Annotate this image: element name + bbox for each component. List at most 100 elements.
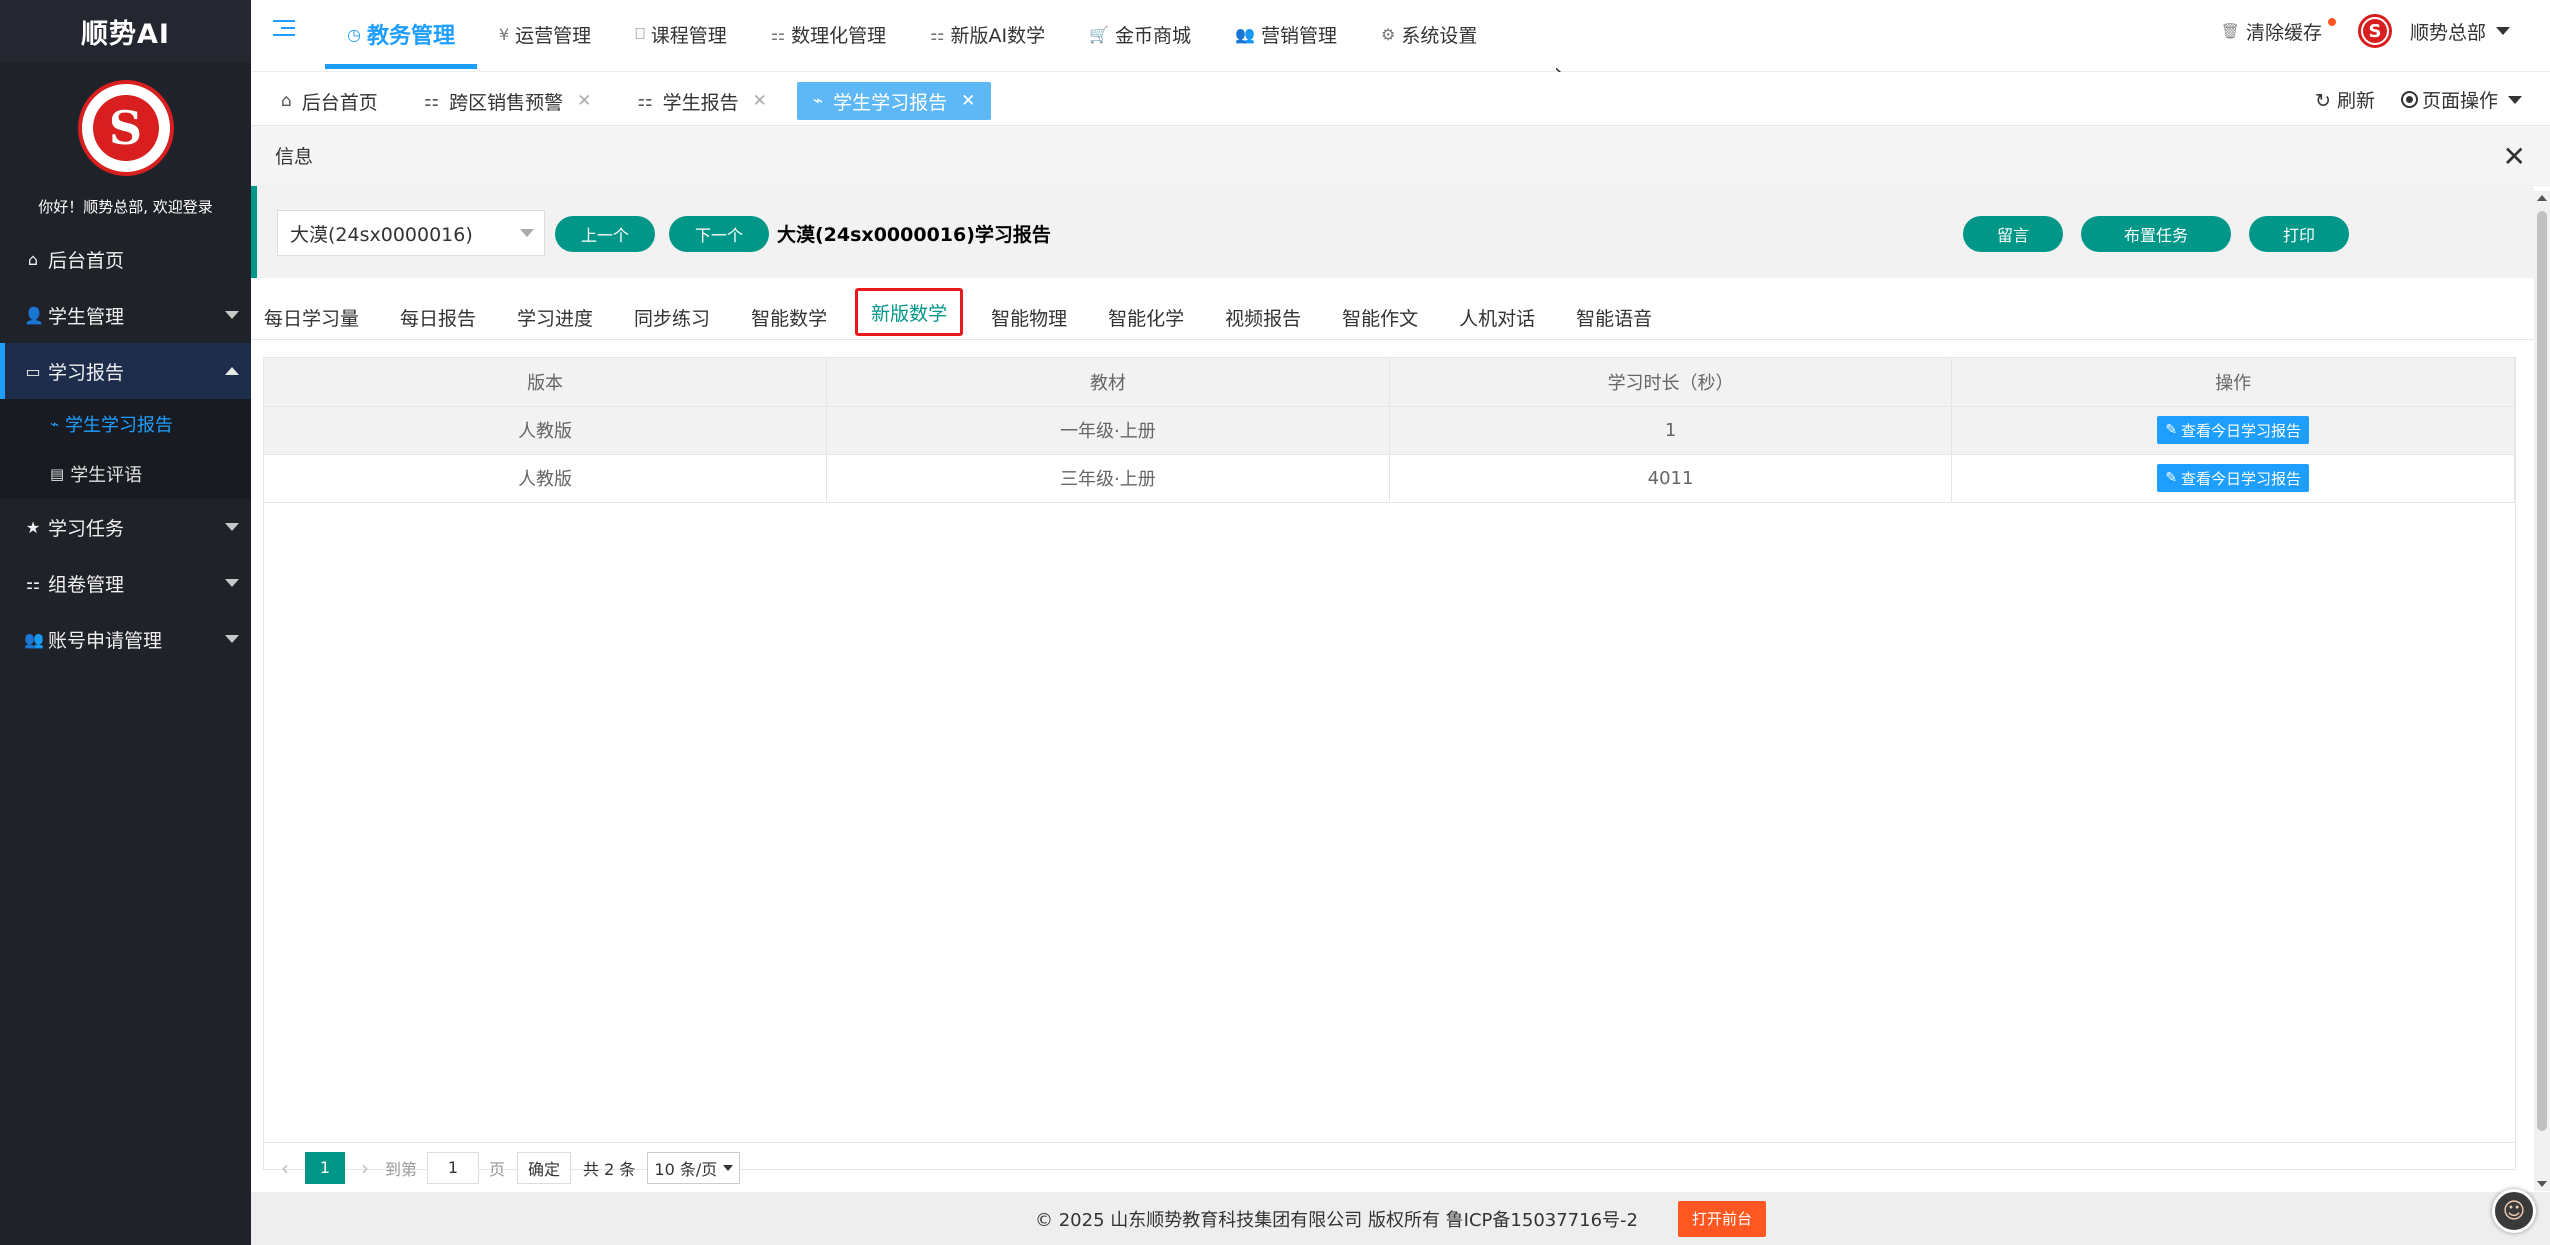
subtab-dialogue[interactable]: 人机对话 <box>1446 294 1548 340</box>
subtab-sync-practice[interactable]: 同步练习 <box>621 294 723 340</box>
prev-button[interactable]: 上一个 <box>555 216 655 252</box>
print-button[interactable]: 打印 <box>2249 216 2349 252</box>
sidebar-item-paper-manage[interactable]: ⚏ 组卷管理 <box>0 555 251 611</box>
nav-item-label: 营销管理 <box>1260 24 1337 47</box>
avatar: S <box>2357 14 2392 48</box>
chevron-down-icon <box>225 635 239 643</box>
confirm-page-button[interactable]: 确定 <box>517 1151 572 1184</box>
sidebar-subitem-student-study-report[interactable]: ⌁ 学生学习报告 <box>0 399 251 449</box>
scrollbar-thumb[interactable] <box>2537 211 2547 1131</box>
sidebar-subitem-label: 学生学习报告 <box>65 415 174 436</box>
caret-down-icon <box>2508 95 2522 104</box>
nav-item-operations[interactable]: ¥ 运营管理 <box>477 0 613 68</box>
tab-student-study-report[interactable]: ⌁ 学生学习报告 ✕ <box>796 82 992 120</box>
chevron-down-icon <box>225 311 239 319</box>
refresh-label: 刷新 <box>2336 90 2375 112</box>
next-button[interactable]: 下一个 <box>669 216 769 252</box>
nav-item-label: 运营管理 <box>515 24 592 47</box>
subtab-daily-report[interactable]: 每日报告 <box>387 294 489 340</box>
cell-textbook: 一年级·上册 <box>826 406 1390 455</box>
report-icon: ▭ <box>25 361 41 381</box>
assistant-avatar-icon[interactable]: ☺ <box>2492 1189 2536 1233</box>
scroll-down-icon[interactable] <box>2537 1181 2547 1187</box>
message-button[interactable]: 留言 <box>1963 216 2063 252</box>
student-select-value: 大漠(24sx0000016) <box>290 223 473 246</box>
sidebar-item-home[interactable]: ⌂ 后台首页 <box>0 231 251 287</box>
student-select[interactable]: 大漠(24sx0000016) <box>277 210 545 256</box>
close-icon[interactable]: ✕ <box>753 91 767 111</box>
current-page[interactable]: 1 <box>305 1151 345 1184</box>
chevron-down-icon <box>225 523 239 531</box>
cell-duration: 1 <box>1389 406 1953 455</box>
info-panel: 信息 ✕ 大漠(24sx0000016) 上一个 下一个 大漠(24sx0000… <box>251 126 2550 1192</box>
clear-cache-button[interactable]: 🗑 清除缓存 <box>2221 17 2336 45</box>
page-unit: 页 <box>489 1159 506 1179</box>
close-icon[interactable]: ✕ <box>2503 140 2526 173</box>
subtab-progress[interactable]: 学习进度 <box>504 294 606 340</box>
sidebar-subitem-student-comments[interactable]: ▤ 学生评语 <box>0 449 251 499</box>
subtab-smart-essay[interactable]: 智能作文 <box>1329 294 1431 340</box>
star-icon: ★ <box>25 517 41 537</box>
sidebar-item-study-report[interactable]: ▭ 学习报告 <box>0 343 251 399</box>
tab-home[interactable]: ⌂ 后台首页 <box>265 82 394 120</box>
nav-item-courses[interactable]: ⎕ 课程管理 <box>613 0 749 68</box>
grid-icon: ⚏ <box>25 573 41 593</box>
nav-item-coin-mall[interactable]: 🛒 金币商城 <box>1067 0 1213 68</box>
close-icon[interactable]: ✕ <box>961 91 975 111</box>
sidebar-item-label: 学习报告 <box>48 361 125 384</box>
tab-student-report[interactable]: ⚏ 学生报告 ✕ <box>621 82 783 120</box>
subtab-smart-physics[interactable]: 智能物理 <box>978 294 1080 340</box>
page-size-value: 10 条/页 <box>654 1159 718 1179</box>
grid-icon: ⚏ <box>423 91 440 111</box>
logo-letter: S <box>92 95 159 161</box>
sidebar-item-label: 账号申请管理 <box>48 629 163 652</box>
subtab-smart-chemistry[interactable]: 智能化学 <box>1095 294 1197 340</box>
tab-sales-warning[interactable]: ⚏ 跨区销售预警 ✕ <box>408 82 608 120</box>
nav-item-label: 新版AI数学 <box>950 24 1046 47</box>
nav-item-marketing[interactable]: 👥 营销管理 <box>1213 0 1359 68</box>
home-icon: ⌂ <box>281 91 292 111</box>
scroll-up-icon[interactable] <box>2537 195 2547 201</box>
view-report-button[interactable]: ✎ 查看今日学习报告 <box>2157 416 2310 444</box>
subtab-new-math[interactable]: 新版数学 <box>855 288 964 336</box>
open-front-button[interactable]: 打开前台 <box>1677 1200 1766 1237</box>
prev-page-icon[interactable]: ‹ <box>281 1156 289 1180</box>
page-ops-button[interactable]: 页面操作 <box>2400 86 2522 113</box>
subtab-daily-amount[interactable]: 每日学习量 <box>251 294 372 340</box>
subtab-smart-voice[interactable]: 智能语音 <box>1563 294 1665 340</box>
nav-item-academic[interactable]: ◷ 教务管理 <box>325 0 477 69</box>
user-name: 顺势总部 <box>2409 21 2486 44</box>
view-report-button[interactable]: ✎ 查看今日学习报告 <box>2157 464 2310 492</box>
pulse-icon: ⌁ <box>50 415 60 433</box>
menu-toggle-icon[interactable] <box>273 20 295 38</box>
subtab-video-report[interactable]: 视频报告 <box>1212 294 1314 340</box>
refresh-button[interactable]: ↻ 刷新 <box>2315 86 2375 113</box>
panel-scrollbar[interactable] <box>2534 191 2550 1191</box>
chevron-down-icon <box>723 1164 734 1171</box>
page-size-select[interactable]: 10 条/页 <box>647 1151 741 1184</box>
cell-duration: 4011 <box>1389 454 1953 503</box>
sidebar-item-account-apply[interactable]: 👥 账号申请管理 <box>0 611 251 667</box>
refresh-icon: ↻ <box>2315 90 2331 112</box>
assign-task-button[interactable]: 布置任务 <box>2081 216 2231 252</box>
edit-icon: ✎ <box>2165 422 2178 438</box>
next-page-icon[interactable]: › <box>361 1156 369 1180</box>
copyright-text: © 2025 山东顺势教育科技集团有限公司 版权所有 鲁ICP备15037716… <box>1034 1209 1638 1231</box>
grid-icon: ⚏ <box>770 24 786 44</box>
close-icon[interactable]: ✕ <box>577 91 591 111</box>
goto-page-input[interactable]: 1 <box>427 1151 480 1184</box>
nav-item-label: 教务管理 <box>366 24 455 49</box>
header-right: 🗑 清除缓存 S 顺势总部 <box>2221 0 2510 62</box>
sidebar-item-label: 学生管理 <box>48 305 125 328</box>
nav-item-ai-math[interactable]: ⚏ 新版AI数学 <box>908 0 1067 68</box>
pagination: ‹ 1 › 到第 1 页 确定 共 2 条 10 条/页 <box>263 1142 2516 1192</box>
report-title: 大漠(24sx0000016)学习报告 <box>777 224 1051 246</box>
col-duration: 学习时长（秒） <box>1389 358 1953 407</box>
nav-item-science[interactable]: ⚏ 数理化管理 <box>749 0 908 68</box>
user-menu[interactable]: S 顺势总部 <box>2357 14 2510 48</box>
sidebar-item-study-task[interactable]: ★ 学习任务 <box>0 499 251 555</box>
sidebar-item-student-manage[interactable]: 👤 学生管理 <box>0 287 251 343</box>
nav-item-settings[interactable]: ⚙ 系统设置 <box>1359 0 1499 68</box>
view-report-label: 查看今日学习报告 <box>2181 469 2302 488</box>
subtab-smart-math[interactable]: 智能数学 <box>738 294 840 340</box>
